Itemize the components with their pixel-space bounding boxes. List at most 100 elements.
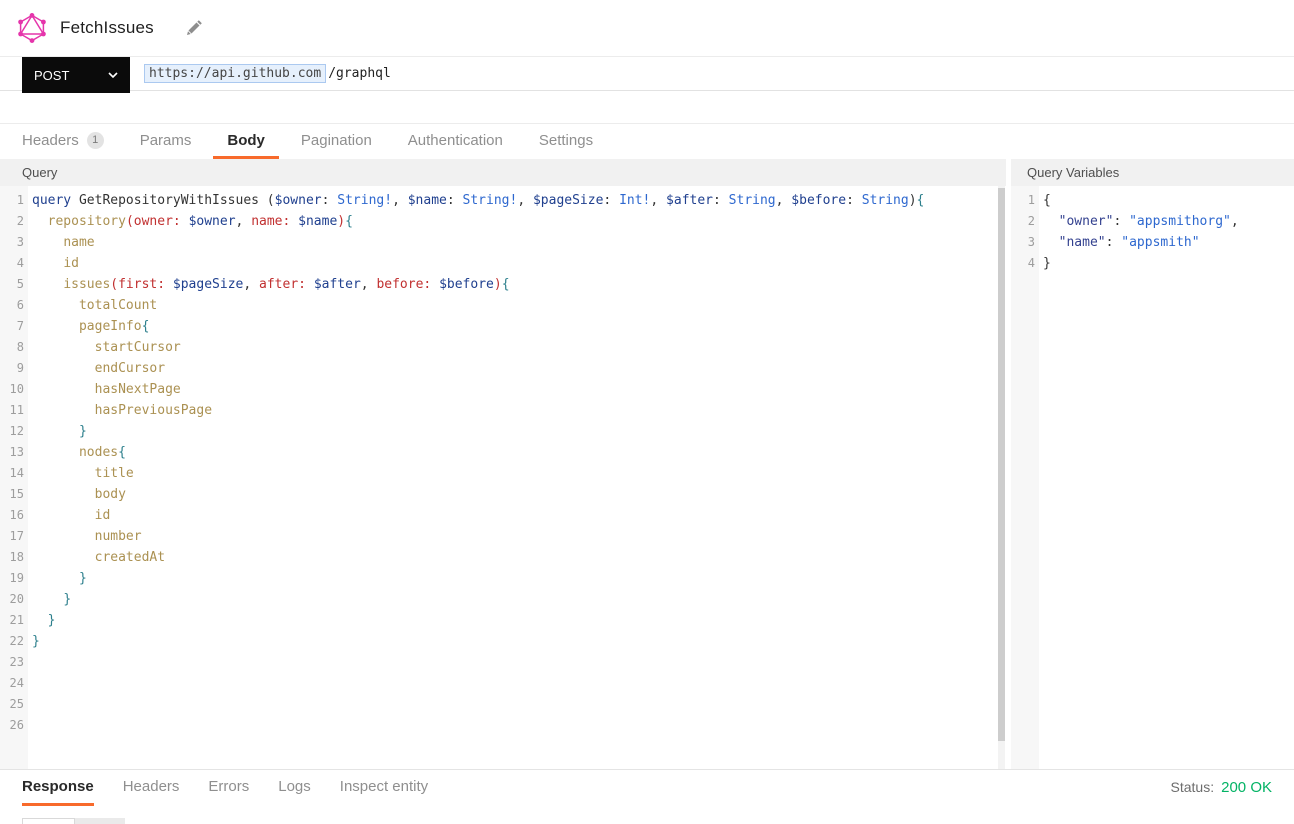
tab-label: Headers: [22, 132, 79, 149]
tab-label: Params: [140, 132, 192, 149]
code-line: 5 issues(first: $pageSize, after: $after…: [0, 274, 1006, 295]
code-text: totalCount: [32, 295, 157, 316]
tab-inspect-entity[interactable]: Inspect entity: [340, 770, 428, 806]
code-line: 18 createdAt: [0, 547, 1006, 568]
line-number: 13: [0, 442, 24, 463]
code-text: endCursor: [32, 358, 165, 379]
tab-pagination[interactable]: Pagination: [287, 124, 386, 159]
code-text: name: [32, 232, 95, 253]
http-method-value: POST: [34, 68, 69, 83]
tab-authentication[interactable]: Authentication: [394, 124, 517, 159]
url-input[interactable]: https://api.github.com /graphql: [144, 64, 391, 83]
line-number: 9: [0, 358, 24, 379]
line-number: 17: [0, 526, 24, 547]
tab-response-headers[interactable]: Headers: [123, 770, 180, 806]
code-text: repository(owner: $owner, name: $name){: [32, 211, 353, 232]
line-number: 3: [0, 232, 24, 253]
edit-name-pencil-icon[interactable]: [184, 18, 204, 38]
code-text: number: [32, 526, 142, 547]
tab-params[interactable]: Params: [126, 124, 206, 159]
code-line: 1query GetRepositoryWithIssues ($owner: …: [0, 190, 1006, 211]
tab-response[interactable]: Response: [22, 770, 94, 806]
code-text: title: [32, 463, 134, 484]
line-number: 2: [1011, 211, 1035, 232]
code-text: query GetRepositoryWithIssues ($owner: S…: [32, 190, 924, 211]
line-number: 8: [0, 337, 24, 358]
graphql-icon: [17, 13, 47, 43]
code-text: {: [1043, 190, 1051, 211]
line-number: 19: [0, 568, 24, 589]
page-title: FetchIssues: [60, 18, 154, 38]
code-text: hasNextPage: [32, 379, 181, 400]
line-number: 22: [0, 631, 24, 652]
query-variables-editor[interactable]: 1{2 "owner": "appsmithorg",3 "name": "ap…: [1011, 186, 1294, 769]
code-line: 11 hasPreviousPage: [0, 400, 1006, 421]
tab-headers[interactable]: Headers 1: [8, 124, 118, 159]
url-host-chip[interactable]: https://api.github.com: [144, 64, 326, 83]
tab-label: Errors: [208, 778, 249, 795]
headers-count-badge: 1: [87, 132, 104, 149]
line-number: 14: [0, 463, 24, 484]
tab-label: Pagination: [301, 132, 372, 149]
code-line: 17 number: [0, 526, 1006, 547]
code-text: pageInfo{: [32, 316, 149, 337]
code-line: 8 startCursor: [0, 337, 1006, 358]
line-number: 4: [0, 253, 24, 274]
line-number: 12: [0, 421, 24, 442]
tab-body[interactable]: Body: [213, 124, 279, 159]
code-line: 10 hasNextPage: [0, 379, 1006, 400]
query-variables-title: Query Variables: [1027, 165, 1119, 180]
url-path[interactable]: /graphql: [328, 66, 391, 81]
api-title-header: FetchIssues: [0, 0, 1294, 56]
tab-errors[interactable]: Errors: [208, 770, 249, 806]
response-view-toggle-right[interactable]: [75, 818, 125, 824]
line-number: 7: [0, 316, 24, 337]
response-tab-bar: Response Headers Errors Logs Inspect ent…: [22, 770, 1294, 806]
code-line: 15 body: [0, 484, 1006, 505]
line-number: 23: [0, 652, 24, 673]
chevron-down-icon: [108, 72, 118, 79]
code-line: 21 }: [0, 610, 1006, 631]
tab-logs[interactable]: Logs: [278, 770, 311, 806]
query-panel-header: Query: [0, 159, 1006, 186]
response-view-toggle-left[interactable]: [22, 818, 75, 824]
line-number: 4: [1011, 253, 1035, 274]
code-line: 24: [0, 673, 1006, 694]
response-section: Response Headers Errors Logs Inspect ent…: [0, 770, 1294, 824]
response-view-toggles: [22, 818, 125, 824]
code-text: }: [1043, 253, 1051, 274]
line-number: 24: [0, 673, 24, 694]
line-number: 5: [0, 274, 24, 295]
tab-label: Body: [227, 132, 265, 149]
spacer: [0, 91, 1294, 123]
code-line: 2 "owner": "appsmithorg",: [1011, 211, 1294, 232]
tab-label: Logs: [278, 778, 311, 795]
graphql-query-editor[interactable]: 1query GetRepositoryWithIssues ($owner: …: [0, 186, 1006, 769]
code-text: id: [32, 253, 79, 274]
code-text: }: [32, 568, 87, 589]
code-text: issues(first: $pageSize, after: $after, …: [32, 274, 510, 295]
code-text: hasPreviousPage: [32, 400, 212, 421]
code-line: 3 "name": "appsmith": [1011, 232, 1294, 253]
status-value: 200 OK: [1221, 779, 1272, 796]
code-text: nodes{: [32, 442, 126, 463]
line-number: 11: [0, 400, 24, 421]
request-tab-bar: Headers 1 Params Body Pagination Authent…: [0, 123, 1294, 159]
code-line: 13 nodes{: [0, 442, 1006, 463]
code-line: 6 totalCount: [0, 295, 1006, 316]
tab-label: Headers: [123, 778, 180, 795]
tab-settings[interactable]: Settings: [525, 124, 607, 159]
body-editors: Query 1query GetRepositoryWithIssues ($o…: [0, 159, 1294, 769]
code-line: 16 id: [0, 505, 1006, 526]
query-variables-header: Query Variables: [1011, 159, 1294, 186]
line-number: 2: [0, 211, 24, 232]
line-number: 20: [0, 589, 24, 610]
code-line: 4}: [1011, 253, 1294, 274]
line-number: 25: [0, 694, 24, 715]
code-line: 9 endCursor: [0, 358, 1006, 379]
http-method-select[interactable]: POST: [22, 57, 130, 93]
code-line: 25: [0, 694, 1006, 715]
status-label: Status:: [1171, 779, 1215, 795]
request-url-row: POST https://api.github.com /graphql: [0, 56, 1294, 91]
tab-label: Settings: [539, 132, 593, 149]
